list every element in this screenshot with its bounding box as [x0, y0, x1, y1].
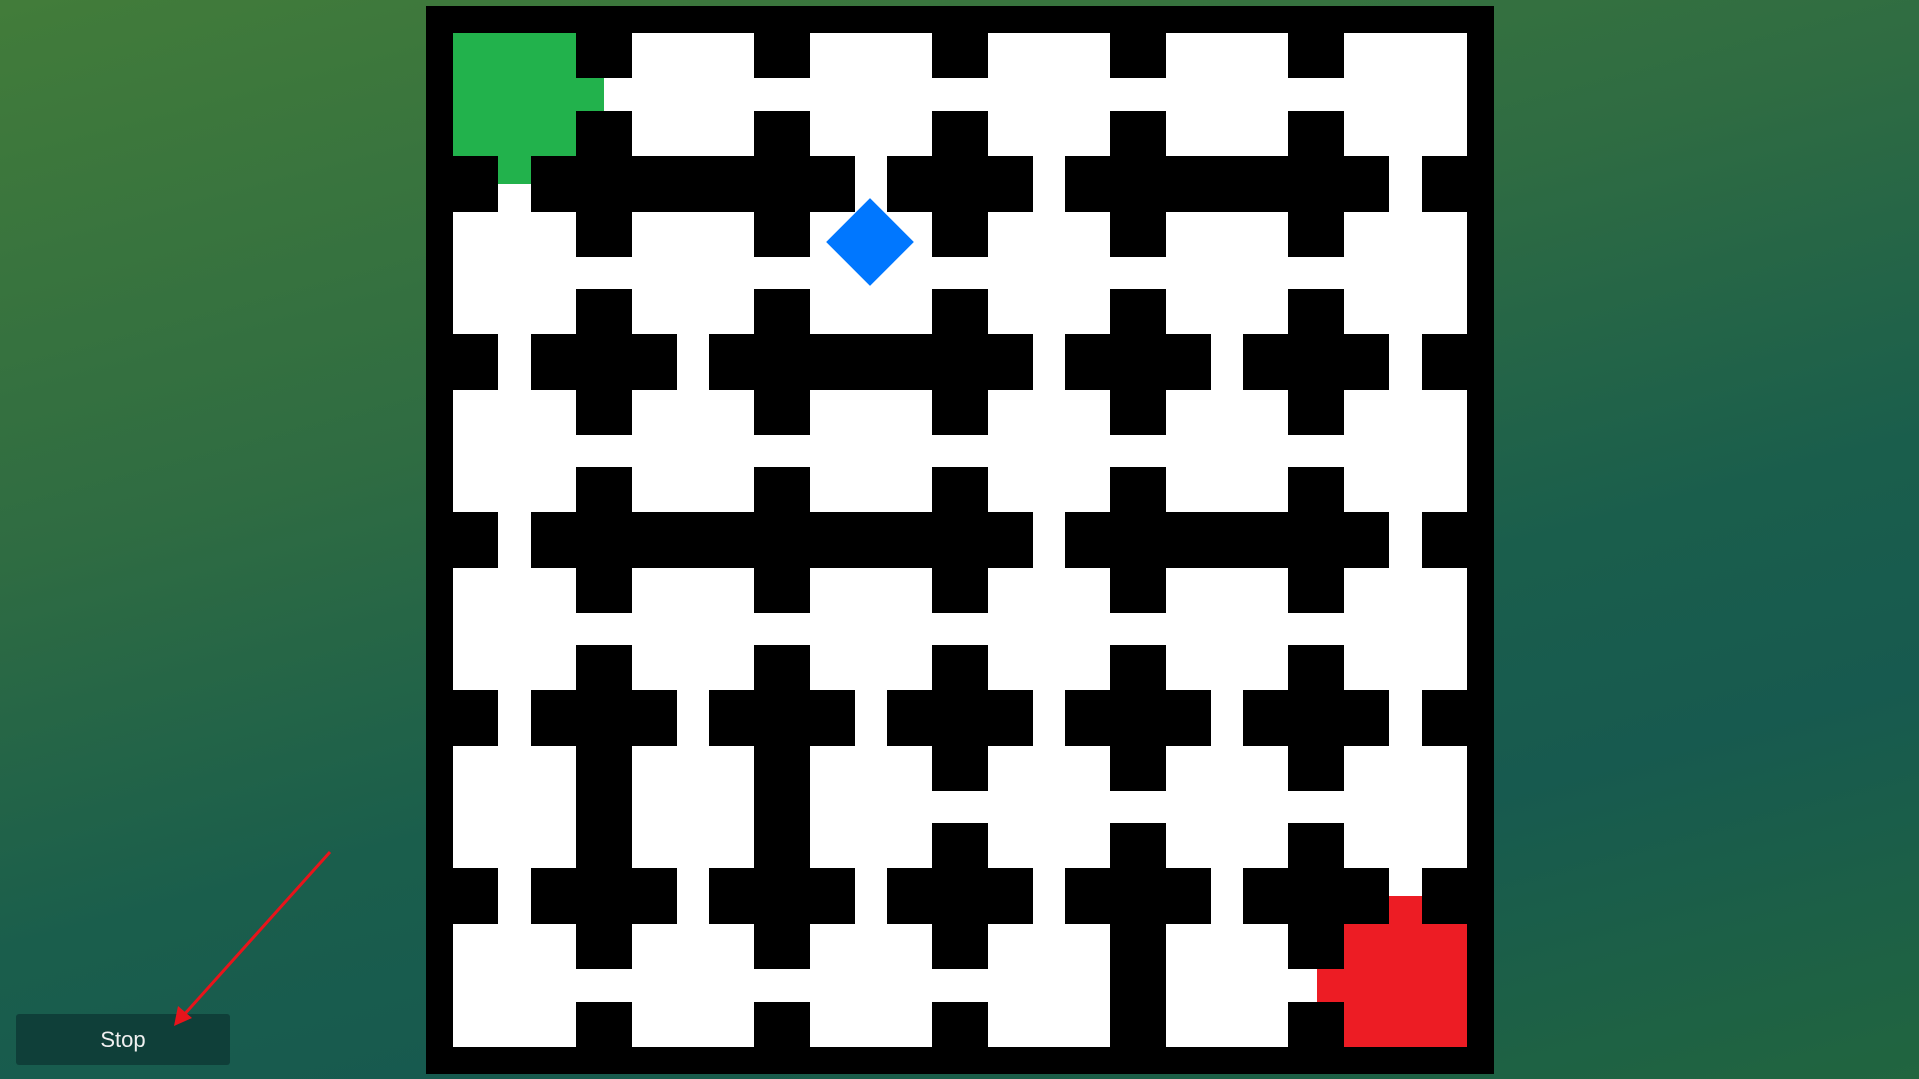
wall-post: [1243, 690, 1389, 746]
wall-post: [531, 690, 677, 746]
wall-post: [709, 690, 855, 746]
wall-post: [1243, 512, 1389, 568]
wall-stub: [453, 512, 498, 568]
wall-post: [887, 690, 1033, 746]
maze-board: [426, 6, 1494, 1074]
arrow-line: [180, 850, 332, 1019]
wall-post: [531, 156, 677, 212]
wall-stub: [1288, 1002, 1344, 1047]
wall-segment: [1211, 512, 1244, 568]
wall-stub: [932, 33, 988, 78]
goal-zone-passage: [1317, 969, 1344, 1002]
wall-post: [709, 334, 855, 390]
wall-post: [1065, 868, 1211, 924]
wall-post: [531, 512, 677, 568]
wall-post: [709, 868, 855, 924]
wall-post: [1065, 690, 1211, 746]
wall-post: [531, 334, 677, 390]
wall-stub: [1422, 156, 1467, 212]
wall-stub: [1110, 33, 1166, 78]
wall-stub: [754, 33, 810, 78]
wall-post: [887, 156, 1033, 212]
wall-post: [709, 512, 855, 568]
wall-segment: [855, 512, 888, 568]
wall-stub: [453, 334, 498, 390]
start-zone: [453, 33, 576, 156]
wall-stub: [1422, 690, 1467, 746]
wall-segment: [754, 791, 810, 824]
wall-segment: [677, 156, 710, 212]
wall-stub: [453, 690, 498, 746]
wall-segment: [855, 334, 888, 390]
wall-post: [1243, 156, 1389, 212]
wall-stub: [932, 1002, 988, 1047]
wall-segment: [576, 791, 632, 824]
wall-stub: [1422, 868, 1467, 924]
wall-segment: [677, 512, 710, 568]
wall-stub: [1288, 33, 1344, 78]
wall-post: [1243, 334, 1389, 390]
wall-post: [709, 156, 855, 212]
wall-stub: [576, 33, 632, 78]
maze-floor: [453, 33, 1467, 1047]
start-zone-passage: [576, 78, 604, 111]
wall-post: [1065, 156, 1211, 212]
wall-stub: [1422, 334, 1467, 390]
wall-post: [887, 868, 1033, 924]
goal-zone: [1344, 924, 1467, 1047]
start-zone-passage: [498, 156, 531, 184]
goal-zone-passage: [1389, 896, 1422, 924]
wall-post: [1065, 512, 1211, 568]
wall-stub: [453, 868, 498, 924]
wall-stub: [1422, 512, 1467, 568]
wall-post: [531, 868, 677, 924]
wall-post: [1243, 868, 1389, 924]
wall-stub: [576, 1002, 632, 1047]
wall-segment: [1211, 156, 1244, 212]
wall-post: [1065, 334, 1211, 390]
wall-stub: [453, 156, 498, 212]
wall-stub: [1110, 1002, 1166, 1047]
wall-segment: [1110, 969, 1166, 1002]
wall-post: [887, 512, 1033, 568]
wall-post: [887, 334, 1033, 390]
stop-button[interactable]: Stop: [16, 1014, 230, 1065]
wall-stub: [754, 1002, 810, 1047]
